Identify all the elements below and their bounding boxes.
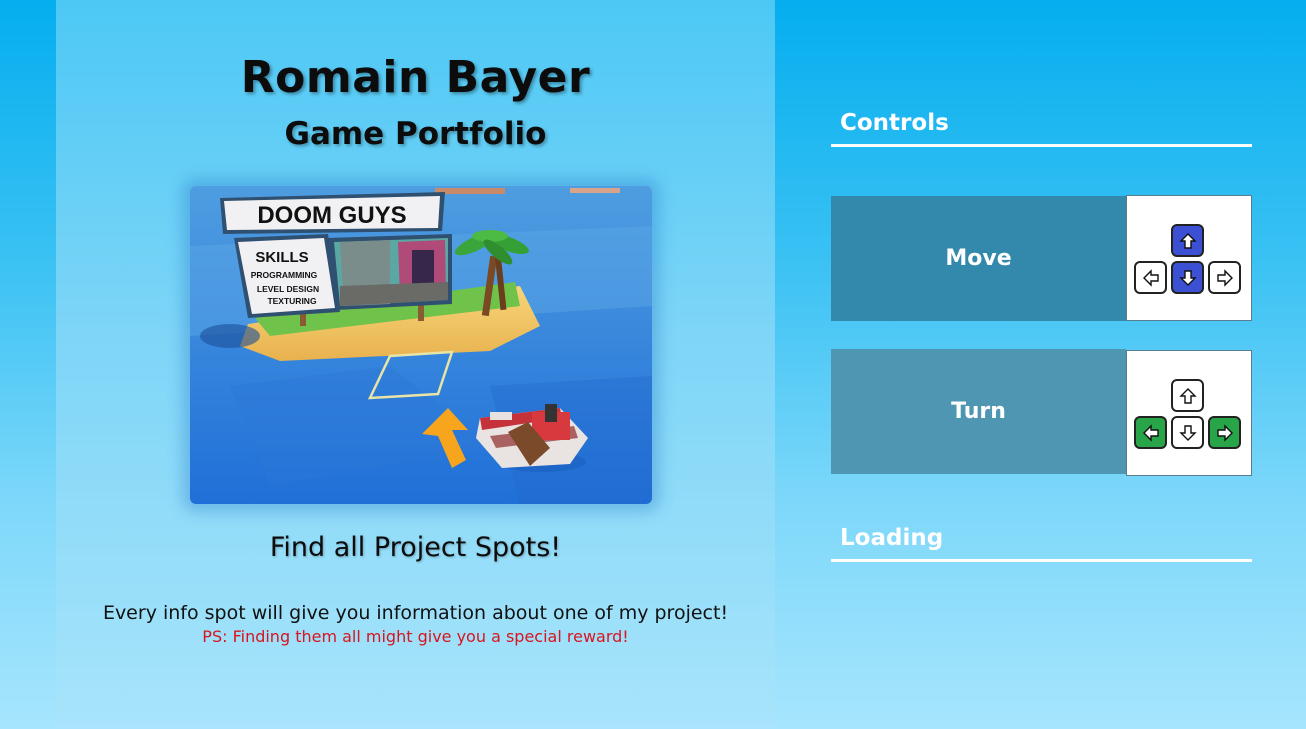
turn-label-text: Turn — [951, 399, 1006, 424]
turn-up-key — [1171, 379, 1204, 412]
move-right-key — [1208, 261, 1241, 294]
move-left-key — [1134, 261, 1167, 294]
turn-control-label: Turn — [831, 349, 1126, 474]
skill-1: PROGRAMMING — [251, 270, 318, 280]
arrow-down-icon — [1178, 269, 1197, 286]
move-label-text: Move — [945, 246, 1012, 271]
info-text: Every info spot will give you informatio… — [102, 602, 729, 624]
arrow-down-icon — [1178, 424, 1197, 441]
turn-down-key — [1171, 416, 1204, 449]
intro-panel: Romain Bayer Game Portfolio DOOM GUYS SK… — [56, 0, 775, 729]
arrow-right-icon — [1216, 268, 1233, 287]
ps-text: PS: Finding them all might give you a sp… — [202, 627, 629, 646]
arrow-left-icon — [1142, 268, 1159, 287]
game-preview-image: DOOM GUYS SKILLS PROGRAMMING LEVEL DESIG… — [190, 186, 652, 504]
arrow-left-icon — [1142, 423, 1159, 442]
controls-divider — [831, 144, 1252, 147]
loading-bar-track — [831, 559, 1252, 562]
sign-title: DOOM GUYS — [257, 202, 406, 229]
controls-heading: Controls — [840, 110, 949, 136]
move-keys-panel — [1126, 195, 1252, 321]
turn-right-key — [1208, 416, 1241, 449]
arrow-right-icon — [1216, 423, 1233, 442]
page-title: Romain Bayer — [240, 52, 591, 103]
skills-heading: SKILLS — [255, 249, 308, 266]
skill-2: LEVEL DESIGN — [257, 284, 319, 294]
move-control-label: Move — [831, 196, 1126, 321]
page-subtitle: Game Portfolio — [284, 116, 547, 152]
turn-keys-panel — [1126, 350, 1252, 476]
loading-heading: Loading — [840, 525, 944, 551]
arrow-up-icon — [1178, 232, 1197, 249]
skill-3: TEXTURING — [267, 296, 317, 306]
move-down-key — [1171, 261, 1204, 294]
turn-left-key — [1134, 416, 1167, 449]
tagline: Find all Project Spots! — [269, 532, 562, 563]
arrow-up-icon — [1178, 387, 1197, 404]
move-up-key — [1171, 224, 1204, 257]
